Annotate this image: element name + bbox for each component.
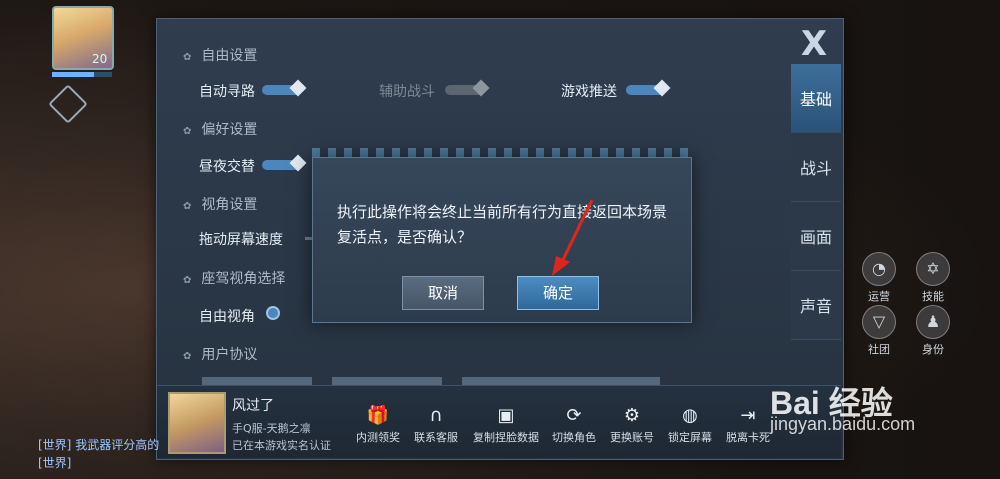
auto-path-label: 自动寻路	[199, 84, 255, 100]
drag-speed-label: 拖动屏幕速度	[199, 232, 283, 248]
lock-screen-label: 锁定屏幕	[668, 431, 712, 444]
assist-battle-label: 辅助战斗	[379, 84, 435, 100]
lock-screen-button[interactable]: ◍ 锁定屏幕	[668, 405, 712, 445]
hud-level: 20	[92, 52, 108, 66]
game-push-toggle[interactable]	[626, 85, 666, 95]
hud-club-button[interactable]: ▽ 社团	[862, 305, 896, 357]
star-icon: ✡	[916, 252, 950, 286]
copy-face-data-label: 复制捏脸数据	[473, 431, 539, 444]
red-arrow-annotation	[552, 199, 594, 276]
section-view: 视角设置	[183, 194, 257, 214]
hud-identity-button[interactable]: ♟ 身份	[916, 305, 950, 357]
game-push-label: 游戏推送	[561, 84, 617, 100]
tab-sound[interactable]: 声音	[791, 271, 841, 340]
chat-line: [世界] 我武器评分高的	[38, 436, 159, 453]
day-night-toggle[interactable]	[262, 160, 302, 170]
section-mount-view: 座驾视角选择	[183, 268, 285, 288]
settings-tabs: 基础 战斗 画面 声音	[791, 64, 841, 364]
agreement-button-3[interactable]	[462, 377, 660, 385]
save-icon: ▣	[497, 405, 515, 426]
hud-ops-button[interactable]: ◔ 运营	[862, 252, 896, 304]
exit-icon: ⇥	[740, 405, 756, 426]
auto-path-toggle[interactable]	[262, 85, 302, 95]
copy-face-data-button[interactable]: ▣ 复制捏脸数据	[473, 405, 539, 445]
cancel-button[interactable]: 取消	[402, 276, 484, 310]
switch-role-button[interactable]: ⟳ 切换角色	[552, 405, 596, 445]
change-account-label: 更换账号	[610, 431, 654, 444]
beta-reward-button[interactable]: 🎁 内测领奖	[356, 405, 400, 445]
player-name: 风过了	[232, 398, 274, 414]
customer-service-button[interactable]: ∩ 联系客服	[414, 405, 458, 445]
robot-icon: ⚙	[623, 405, 641, 426]
tab-basic[interactable]: 基础	[791, 64, 841, 133]
switch-role-label: 切换角色	[552, 431, 596, 444]
chat-line: [世界]	[38, 454, 71, 471]
tab-battle[interactable]: 战斗	[791, 133, 841, 202]
flag-icon: ▽	[862, 305, 896, 339]
player-avatar	[168, 392, 226, 454]
hud-ops-label: 运营	[868, 290, 890, 303]
chat-channel: [世界]	[38, 438, 72, 452]
player-verify: 已在本游戏实名认证	[232, 439, 331, 452]
dialog-message: 执行此操作将会终止当前所有行为直接返回本场景复活点，是否确认？	[337, 203, 668, 246]
section-preference: 偏好设置	[183, 119, 257, 139]
tab-graphics[interactable]: 画面	[791, 202, 841, 271]
hud-skill-label: 技能	[922, 290, 944, 303]
day-night-label: 昼夜交替	[199, 159, 255, 175]
confirm-button[interactable]: 确定	[517, 276, 599, 310]
headset-icon: ∩	[429, 405, 443, 426]
beta-reward-label: 内测领奖	[356, 431, 400, 444]
free-view-label: 自由视角	[199, 309, 255, 325]
gauge-icon: ◔	[862, 252, 896, 286]
baidu-watermark-url: jingyan.baidu.com	[770, 414, 916, 434]
unstuck-label: 脱离卡死	[726, 431, 770, 444]
agreement-button-1[interactable]	[202, 377, 312, 385]
hud-skill-button[interactable]: ✡ 技能	[916, 252, 950, 304]
switch-user-icon: ⟳	[566, 405, 582, 426]
id-icon: ♟	[916, 305, 950, 339]
close-icon[interactable]: X	[793, 26, 835, 62]
section-free-settings: 自由设置	[183, 45, 257, 65]
assist-battle-toggle[interactable]	[445, 85, 485, 95]
lock-icon: ◍	[682, 405, 698, 426]
chat-text: 我武器评分高的	[75, 438, 160, 452]
agreement-button-2[interactable]	[332, 377, 442, 385]
change-account-button[interactable]: ⚙ 更换账号	[610, 405, 654, 445]
hud-club-label: 社团	[868, 343, 890, 356]
customer-service-label: 联系客服	[414, 431, 458, 444]
hud-identity-label: 身份	[922, 343, 944, 356]
hud-health-bar	[52, 72, 112, 77]
player-server: 手Q服-天鹅之凛	[232, 422, 311, 435]
chat-channel: [世界]	[38, 456, 72, 470]
unstuck-button[interactable]: ⇥ 脱离卡死	[726, 405, 770, 445]
free-view-radio[interactable]	[266, 306, 280, 320]
gift-icon: 🎁	[366, 405, 390, 426]
section-user-agreement: 用户协议	[183, 344, 257, 364]
